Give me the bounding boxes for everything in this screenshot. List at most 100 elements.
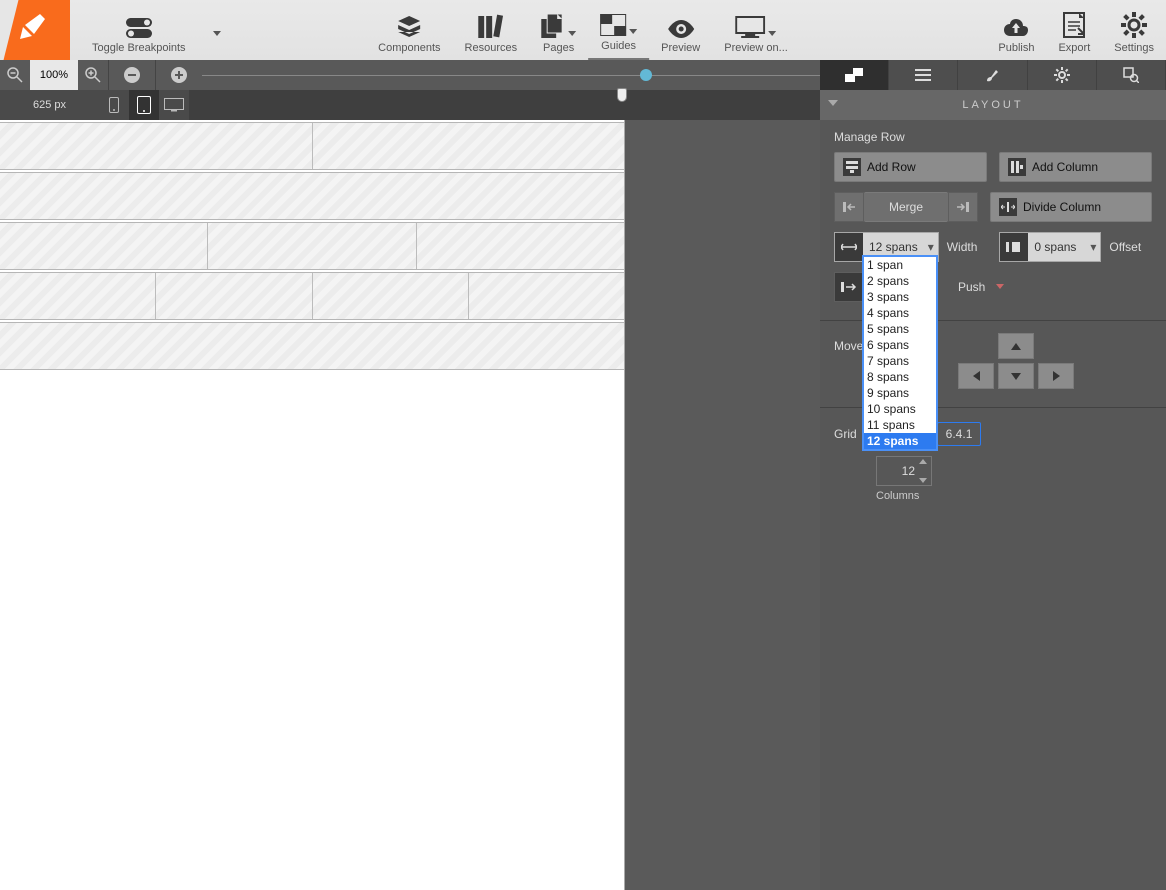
span-option[interactable]: 7 spans <box>864 353 936 369</box>
merge-right-button[interactable] <box>948 192 978 222</box>
pages-button[interactable]: Pages <box>529 14 588 60</box>
minus-circle-icon <box>123 66 141 84</box>
caret-down-icon: ▾ <box>924 240 938 254</box>
columns-input[interactable]: 12 <box>876 456 932 486</box>
canvas-width-handle[interactable] <box>617 88 629 106</box>
preview-button[interactable]: Preview <box>649 20 712 60</box>
device-desktop-button[interactable] <box>159 90 189 120</box>
grid-cell[interactable] <box>0 123 313 169</box>
breakpoint-marker[interactable] <box>640 69 652 81</box>
grid-cell[interactable] <box>0 273 156 319</box>
offset-spans-value: 0 spans <box>1028 240 1086 254</box>
width-spans-value: 12 spans <box>863 240 924 254</box>
grid-cell[interactable] <box>0 173 624 219</box>
resources-label: Resources <box>465 42 518 54</box>
guides-button[interactable]: Guides <box>588 14 649 60</box>
span-option[interactable]: 5 spans <box>864 321 936 337</box>
width-spans-dropdown[interactable]: 1 span2 spans3 spans4 spans5 spans6 span… <box>862 255 938 451</box>
device-phone-button[interactable] <box>99 90 129 120</box>
zoom-out-fine-button[interactable] <box>0 60 30 90</box>
span-option[interactable]: 1 span <box>864 257 936 273</box>
zoom-value[interactable]: 100% <box>30 60 78 90</box>
guides-icon <box>600 14 626 36</box>
canvas[interactable] <box>0 120 625 890</box>
grid-row[interactable] <box>0 322 624 370</box>
export-label: Export <box>1058 42 1090 54</box>
zoom-in-fine-button[interactable] <box>78 60 108 90</box>
grid-cell[interactable] <box>313 123 625 169</box>
grid-version-badge[interactable]: 6.4.1 <box>937 422 982 446</box>
grid-row[interactable] <box>0 122 624 170</box>
monitor-icon <box>736 16 766 38</box>
span-option[interactable]: 8 spans <box>864 369 936 385</box>
toggle-breakpoints-label: Toggle Breakpoints <box>92 42 186 54</box>
settings-button[interactable]: Settings <box>1102 12 1166 60</box>
add-column-button[interactable]: Add Column <box>999 152 1152 182</box>
components-button[interactable]: Components <box>366 16 452 60</box>
settings-label: Settings <box>1114 42 1154 54</box>
span-option[interactable]: 4 spans <box>864 305 936 321</box>
add-column-label: Add Column <box>1032 160 1098 174</box>
tab-list[interactable] <box>889 60 958 90</box>
cloud-upload-icon <box>1003 16 1029 38</box>
grid-cell[interactable] <box>469 273 624 319</box>
span-option[interactable]: 6 spans <box>864 337 936 353</box>
toolbar-left-group: Toggle Breakpoints <box>80 0 233 60</box>
stepper-down[interactable] <box>919 478 927 483</box>
span-option[interactable]: 11 spans <box>864 417 936 433</box>
toggle-breakpoints-button[interactable]: Toggle Breakpoints <box>80 18 198 60</box>
sidebar-tabs <box>820 60 1166 90</box>
layout-panel-header[interactable]: LAYOUT <box>820 90 1166 120</box>
merge-left-button[interactable] <box>834 192 864 222</box>
preview-on-button[interactable]: Preview on... <box>712 16 800 60</box>
merge-button[interactable]: Merge <box>864 192 948 222</box>
grid-row[interactable] <box>0 272 624 320</box>
span-option[interactable]: 12 spans <box>864 433 936 449</box>
app-logo[interactable] <box>0 0 70 60</box>
width-label: Width <box>947 240 978 254</box>
resources-button[interactable]: Resources <box>453 14 530 60</box>
grid-cell[interactable] <box>0 223 208 269</box>
grid-cell[interactable] <box>0 323 624 369</box>
preview-on-label: Preview on... <box>724 42 788 54</box>
span-option[interactable]: 2 spans <box>864 273 936 289</box>
export-button[interactable]: Export <box>1046 12 1102 60</box>
span-option[interactable]: 10 spans <box>864 401 936 417</box>
push-combo[interactable] <box>834 272 864 302</box>
divide-column-button[interactable]: Divide Column <box>990 192 1152 222</box>
add-row-button[interactable]: Add Row <box>834 152 987 182</box>
grid-cell[interactable] <box>417 223 624 269</box>
move-left-button[interactable] <box>958 363 994 389</box>
stepper-up[interactable] <box>919 459 927 464</box>
move-arrows <box>910 329 1166 399</box>
move-up-button[interactable] <box>998 333 1034 359</box>
zoom-out-button[interactable] <box>109 60 155 90</box>
eye-icon <box>667 20 695 38</box>
tab-layout[interactable] <box>820 60 889 90</box>
move-right-button[interactable] <box>1038 363 1074 389</box>
chevron-down-icon <box>828 100 838 106</box>
device-tablet-button[interactable] <box>129 90 159 120</box>
caret-down-icon <box>568 31 576 36</box>
tab-inspect[interactable] <box>1097 60 1166 90</box>
offset-spans-combo[interactable]: 0 spans ▾ <box>999 232 1101 262</box>
publish-button[interactable]: Publish <box>986 16 1046 60</box>
span-option[interactable]: 9 spans <box>864 385 936 401</box>
arrow-right-icon <box>1053 371 1060 381</box>
list-icon <box>915 69 931 81</box>
grid-cell[interactable] <box>156 273 312 319</box>
grid-row[interactable] <box>0 172 624 220</box>
span-option[interactable]: 3 spans <box>864 289 936 305</box>
add-column-icon <box>1008 158 1026 176</box>
grid-cell[interactable] <box>208 223 416 269</box>
zoom-in-button[interactable] <box>156 60 202 90</box>
top-toolbar: Toggle Breakpoints Components Resources … <box>0 0 1166 60</box>
tab-settings[interactable] <box>1028 60 1097 90</box>
grid-row[interactable] <box>0 222 624 270</box>
toolbar-center-group: Components Resources Pages Guides Previe… <box>366 0 800 60</box>
toolbar-dropdown-caret[interactable] <box>198 31 233 60</box>
tab-style[interactable] <box>958 60 1027 90</box>
arrow-up-icon <box>1011 343 1021 350</box>
move-down-button[interactable] <box>998 363 1034 389</box>
grid-cell[interactable] <box>313 273 469 319</box>
